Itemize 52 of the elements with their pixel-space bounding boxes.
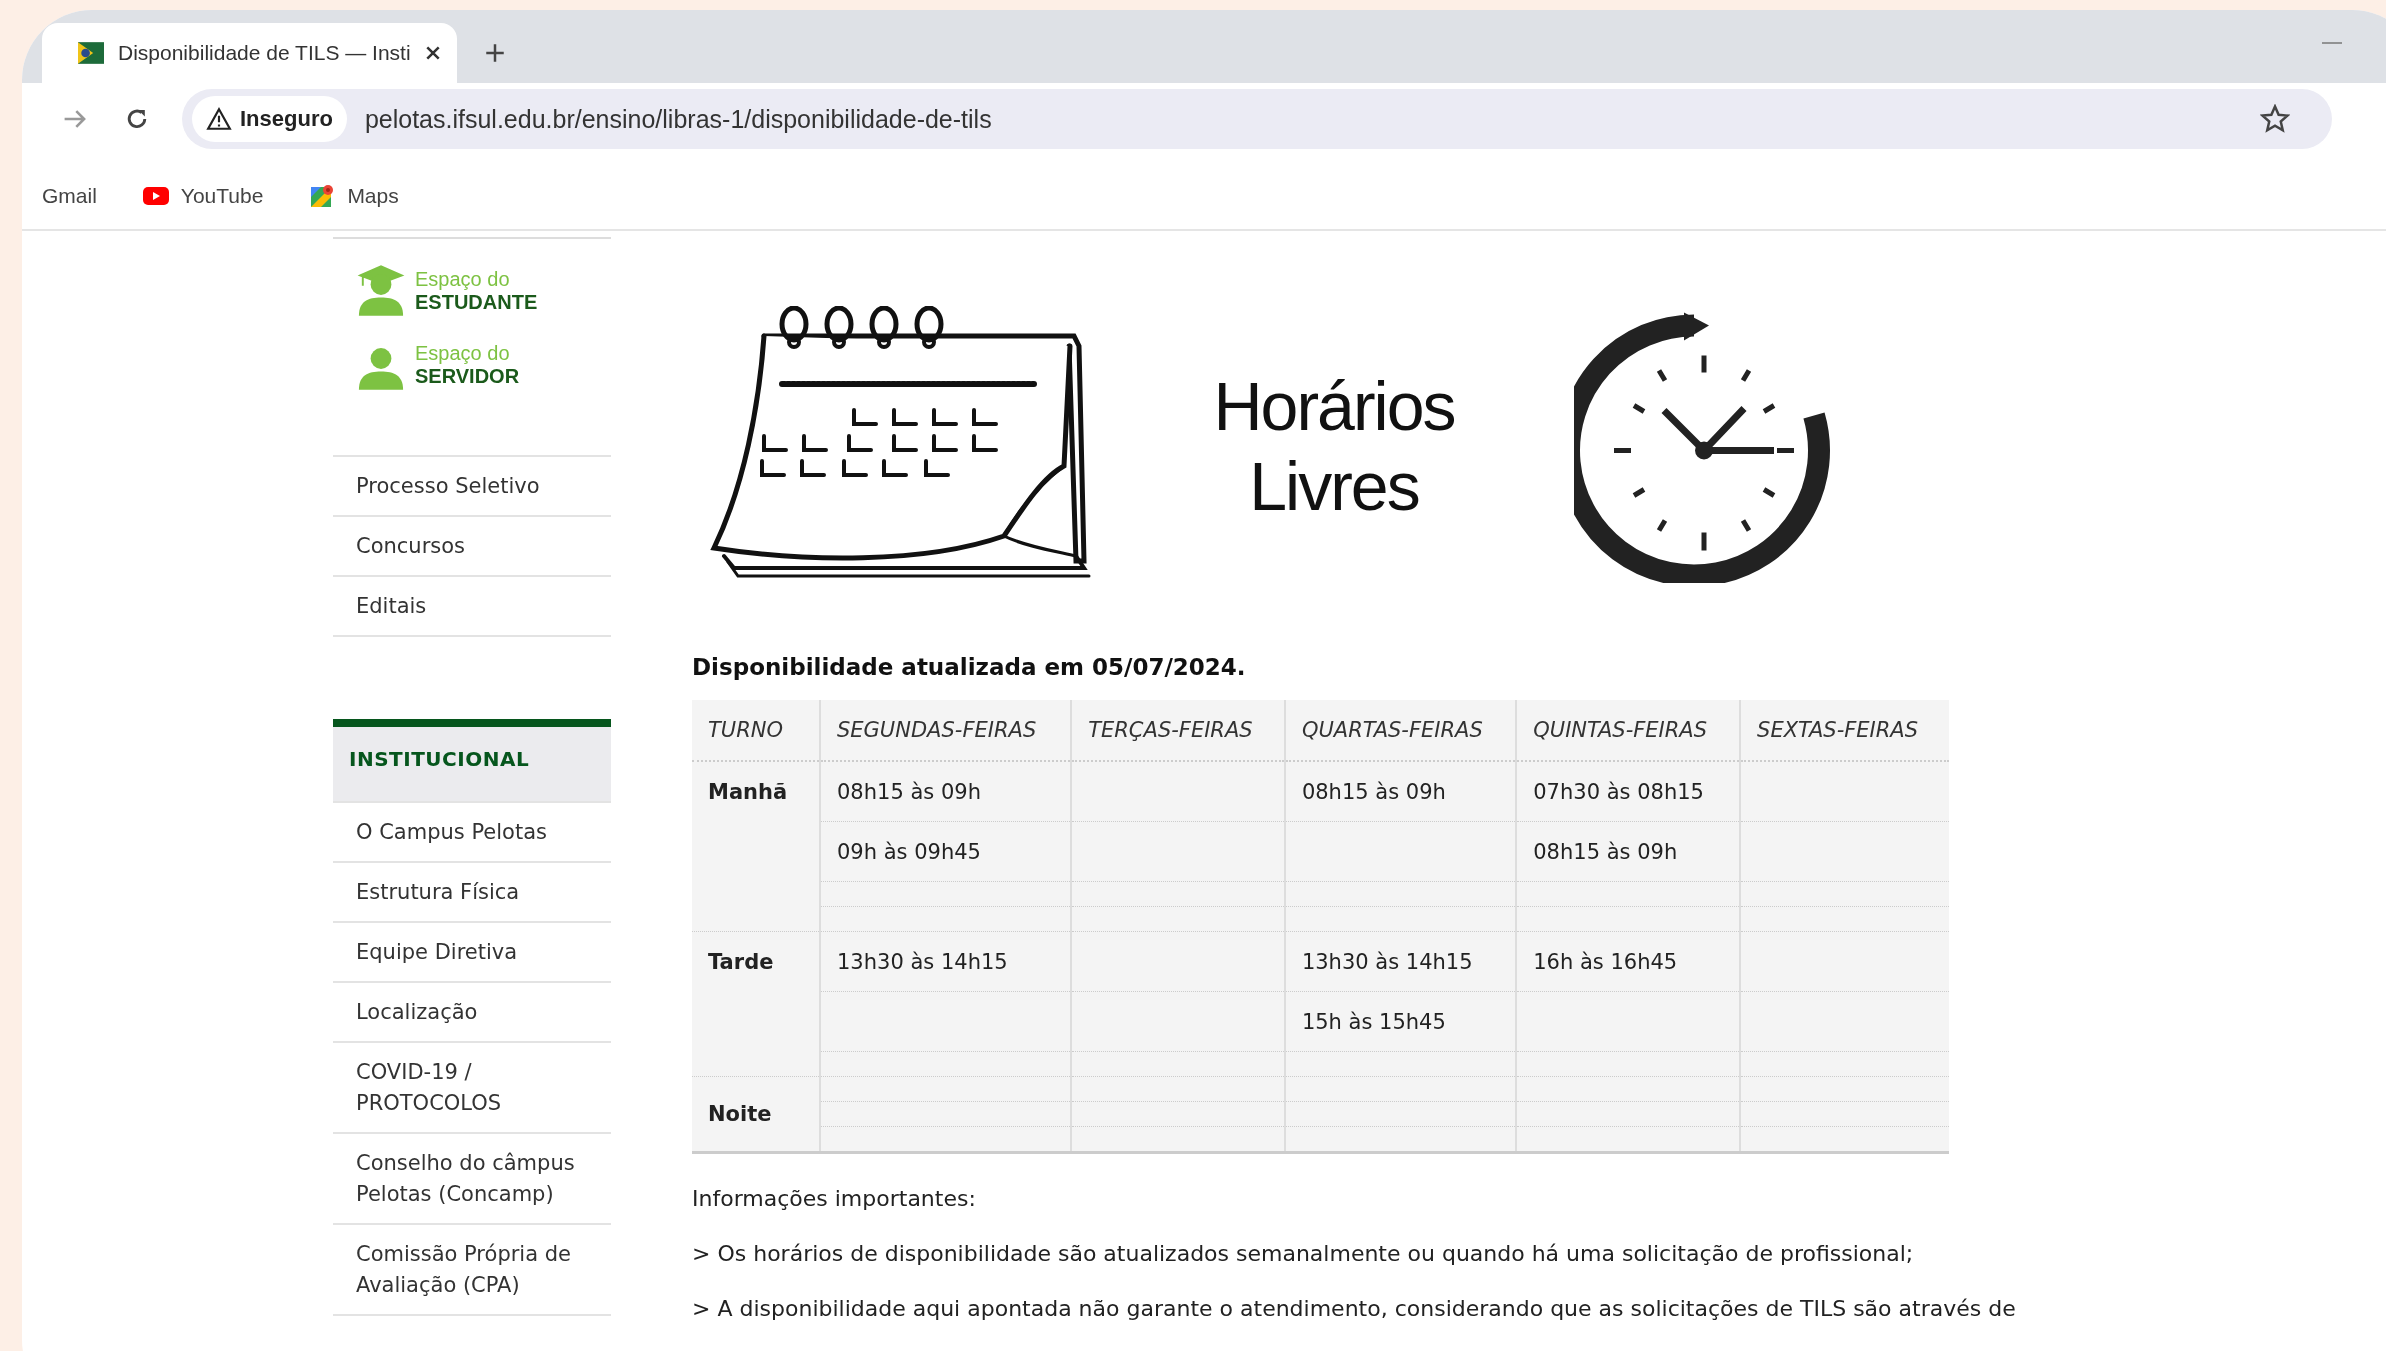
sidebar-link[interactable]: Editais	[333, 577, 611, 637]
shift-label: Tarde	[708, 950, 774, 974]
column-header: SEXTAS-FEIRAS	[1740, 700, 1949, 761]
shift-label: Noite	[708, 1102, 772, 1126]
column-header: TERÇAS-FEIRAS	[1071, 700, 1285, 761]
time-slot: 16h às 16h45	[1533, 949, 1678, 974]
sidebar-link[interactable]: Comissão Própria de Avaliação (CPA)	[333, 1225, 611, 1316]
column-header: SEGUNDAS-FEIRAS	[820, 700, 1072, 761]
sidebar-link[interactable]: COVID-19 / PROTOCOLOS	[333, 1043, 611, 1134]
tab-title: Disponibilidade de TILS — Insti	[118, 41, 411, 65]
graduate-icon	[355, 265, 407, 317]
star-icon[interactable]	[2260, 104, 2290, 134]
column-header: QUARTAS-FEIRAS	[1284, 700, 1517, 761]
time-slot: 08h15 às 09h	[1301, 779, 1446, 804]
banner-title: Horários Livres	[1212, 366, 1456, 526]
sidebar-link[interactable]: Concursos	[333, 517, 611, 577]
time-slot: 07h30 às 08h15	[1533, 779, 1704, 804]
bookmark[interactable]: YouTube	[134, 180, 272, 212]
bookmark[interactable]: Gmail	[34, 180, 105, 212]
security-chip[interactable]: Inseguro	[192, 96, 347, 142]
sidebar-link[interactable]: O Campus Pelotas	[333, 803, 611, 863]
shift-label: Manhã	[708, 780, 788, 804]
url-text: pelotas.ifsul.edu.br/ensino/libras-1/disponibilidade-de-tils	[364, 104, 993, 134]
time-slot: 08h15 às 09h	[1533, 839, 1678, 864]
space-link[interactable]: Espaço do SERVIDOR	[355, 339, 611, 391]
flag-icon	[78, 42, 104, 64]
sidebar-link[interactable]: Localização	[333, 983, 611, 1043]
address-bar[interactable]: Inseguro pelotas.ifsul.edu.br/ensino/libras-1/disponibilidade-de-tils	[182, 89, 2332, 149]
info-paragraph: > Os horários de disponibilidade são atualizados semanalmente ou quando há uma solicitação de profissional;	[692, 1241, 1915, 1266]
bookmark[interactable]: Maps	[301, 180, 407, 212]
time-slot: 13h30 às 14h15	[1301, 949, 1473, 974]
time-slot: 09h às 09h45	[837, 839, 981, 864]
sidebar-link[interactable]: Conselho do câmpus Pelotas (Concamp)	[333, 1134, 611, 1225]
map-pin-icon	[309, 184, 336, 208]
time-slot: 15h às 15h45	[1301, 1009, 1446, 1034]
sidebar-link[interactable]: Estrutura Física	[333, 863, 611, 923]
time-slot: 13h30 às 14h15	[837, 949, 1008, 974]
column-header: TURNO	[692, 700, 820, 761]
new-tab-icon[interactable]	[485, 43, 505, 63]
close-icon[interactable]	[424, 45, 441, 61]
info-heading: Informações importantes:	[692, 1186, 977, 1211]
info-paragraph: > A disponibilidade aqui apontada não garante o atendimento, considerando que as solicitações de TILS são através de	[692, 1296, 2017, 1321]
update-notice: Disponibilidade atualizada em 05/07/2024.	[692, 654, 1247, 680]
warning-icon	[206, 107, 232, 131]
sidebar-link[interactable]: Equipe Diretiva	[333, 923, 611, 983]
browser-tab[interactable]: Disponibilidade de TILS — Insti	[42, 23, 457, 83]
space-link[interactable]: Espaço do ESTUDANTE	[355, 265, 611, 317]
sidebar-link[interactable]: Processo Seletivo	[333, 457, 611, 517]
time-slot: 08h15 às 09h	[837, 779, 981, 804]
play-icon	[142, 184, 169, 208]
column-header: QUINTAS-FEIRAS	[1516, 700, 1741, 761]
section-header: INSTITUCIONAL	[333, 719, 611, 803]
